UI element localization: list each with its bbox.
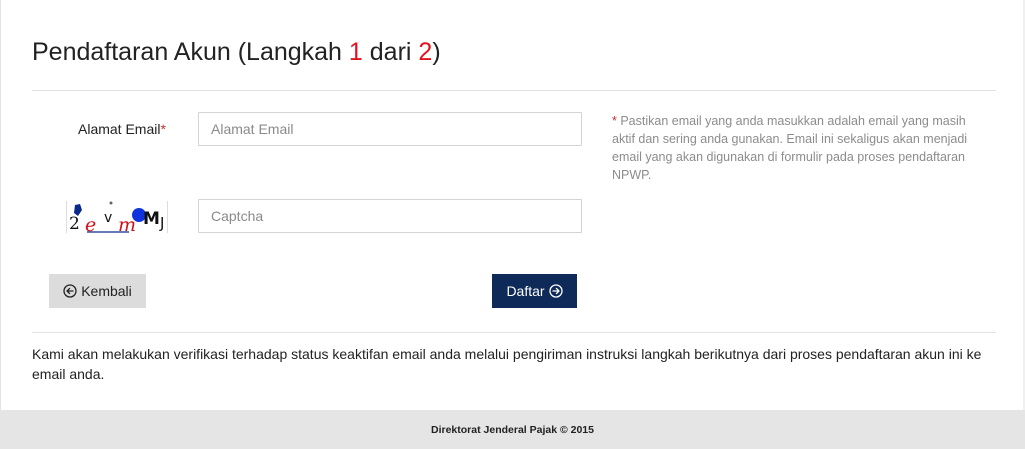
captcha-noise-dot [109, 201, 113, 205]
captcha-char-1: 2 [69, 214, 80, 233]
footer-text: Direktorat Jenderal Pajak © 2015 [431, 423, 594, 436]
title-suffix: ) [432, 38, 441, 66]
arrow-right-circle-icon [548, 284, 563, 298]
captcha-graphic: 2 e v m M J [69, 201, 164, 236]
main-panel: Pendaftaran Akun (Langkah 1 dari 2) Alam… [0, 0, 1025, 410]
captcha-char-5: M [143, 209, 160, 229]
captcha-char-2: e [85, 214, 96, 233]
page-title: Pendaftaran Akun (Langkah 1 dari 2) [32, 38, 441, 67]
registration-page: Pendaftaran Akun (Langkah 1 dari 2) Alam… [0, 0, 1025, 449]
divider-top [32, 90, 996, 91]
email-note: * Pastikan email yang anda masukkan adal… [612, 112, 992, 184]
submit-button-label: Daftar [506, 283, 545, 299]
back-button[interactable]: Kembali [49, 274, 146, 308]
captcha-char-3: v [104, 210, 112, 226]
verification-info: Kami akan melakukan verifikasi terhadap … [32, 346, 982, 382]
captcha-char-4: m [118, 214, 136, 233]
captcha-image: 2 e v m M J [66, 201, 168, 236]
title-mid: dari [362, 38, 419, 66]
captcha-char-6: J [159, 214, 164, 232]
title-prefix: Pendaftaran Akun (Langkah [32, 38, 349, 66]
email-input[interactable] [198, 112, 582, 146]
captcha-input[interactable] [198, 199, 582, 233]
divider-bottom [32, 332, 996, 333]
email-label: Alamat Email* [78, 121, 166, 137]
back-button-label: Kembali [81, 283, 132, 299]
footer: Direktorat Jenderal Pajak © 2015 [0, 410, 1025, 449]
step-current: 1 [348, 38, 363, 66]
required-marker: * [160, 121, 166, 137]
email-label-text: Alamat Email [78, 121, 161, 137]
step-total: 2 [418, 38, 433, 66]
arrow-left-circle-icon [63, 284, 77, 298]
note-text: Pastikan email yang anda masukkan adalah… [612, 114, 968, 182]
submit-button[interactable]: Daftar [492, 274, 577, 308]
